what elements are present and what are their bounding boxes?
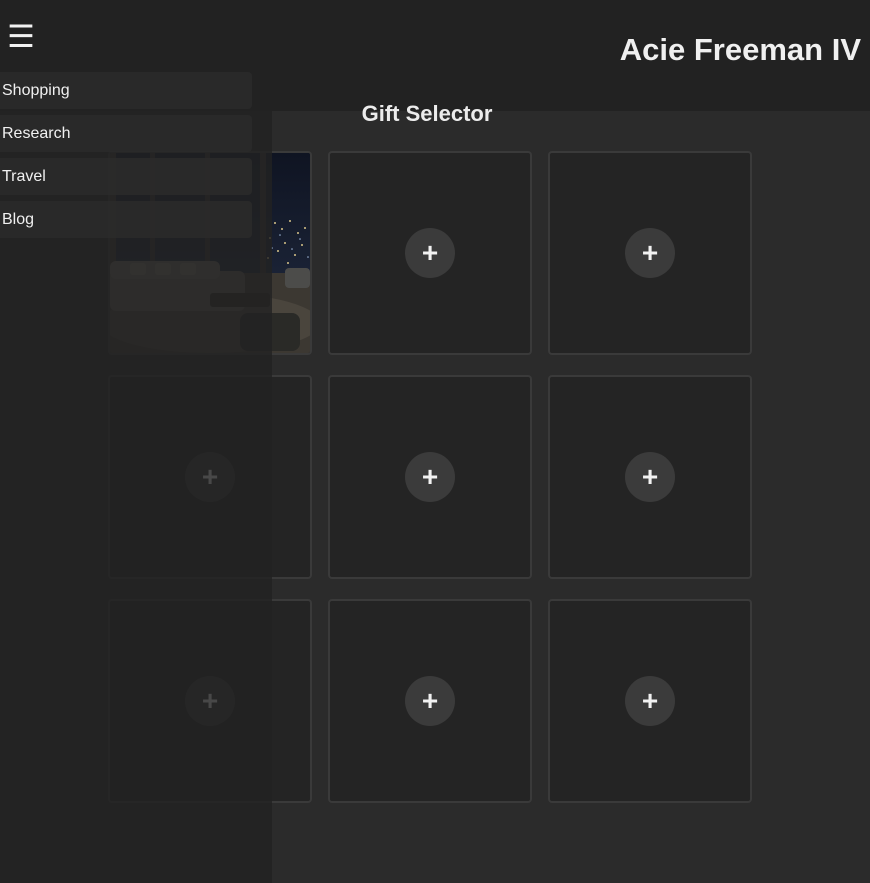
plus-icon[interactable]: + bbox=[405, 452, 455, 502]
plus-icon[interactable]: + bbox=[625, 452, 675, 502]
sidebar-item-blog[interactable]: Blog bbox=[0, 201, 252, 238]
sidebar-item-research[interactable]: Research bbox=[0, 115, 252, 152]
gift-tile[interactable]: + bbox=[328, 599, 532, 803]
user-name: Acie Freeman IV bbox=[619, 32, 861, 67]
plus-icon[interactable]: + bbox=[405, 676, 455, 726]
gift-tile[interactable]: + bbox=[328, 151, 532, 355]
sidebar-item-travel[interactable]: Travel bbox=[0, 158, 252, 195]
sidebar-item-shopping[interactable]: Shopping bbox=[0, 72, 252, 109]
plus-icon[interactable]: + bbox=[625, 228, 675, 278]
plus-icon[interactable]: + bbox=[625, 676, 675, 726]
gift-tile[interactable]: + bbox=[328, 375, 532, 579]
gift-tile[interactable]: + bbox=[548, 151, 752, 355]
hamburger-menu-icon[interactable]: ☰ bbox=[6, 20, 36, 54]
gift-tile[interactable]: + bbox=[548, 375, 752, 579]
plus-icon[interactable]: + bbox=[405, 228, 455, 278]
gift-tile[interactable]: + bbox=[548, 599, 752, 803]
sidebar-menu: Shopping Research Travel Blog bbox=[0, 72, 252, 244]
